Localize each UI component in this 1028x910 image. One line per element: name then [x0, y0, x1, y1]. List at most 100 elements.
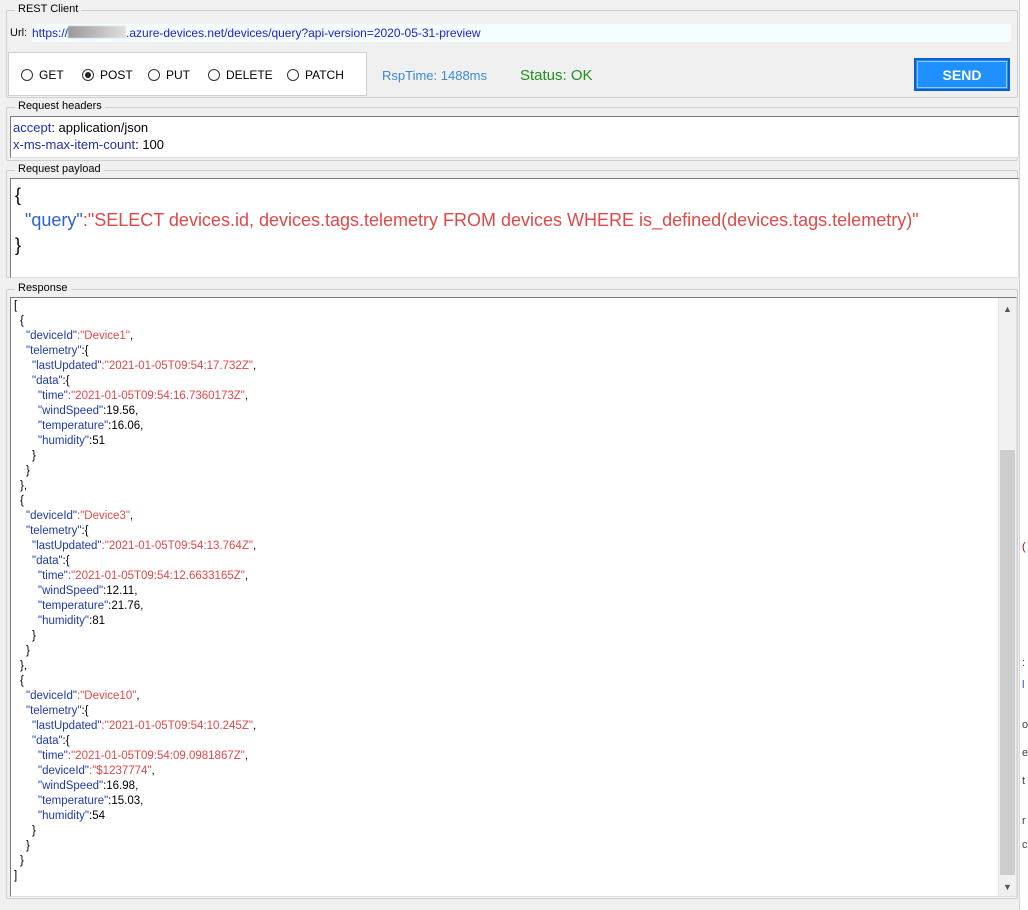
method-label: POST [100, 68, 133, 82]
background-glyph: ( [1022, 541, 1026, 553]
background-glyph: c [1022, 839, 1028, 851]
json-bracket: }, [20, 480, 28, 492]
response-line: } [14, 464, 1016, 479]
json-key: "deviceId" [38, 765, 89, 777]
response-line: "data":{ [14, 734, 1016, 749]
url-label: Url: [10, 27, 28, 39]
method-label: PATCH [305, 68, 344, 82]
method-radio-patch[interactable]: PATCH [287, 67, 344, 83]
request-payload-title: Request payload [15, 163, 104, 175]
json-key: "data" [32, 555, 63, 567]
background-glyph: t [1022, 775, 1026, 787]
json-key: "deviceId" [26, 330, 77, 342]
radio-button-icon [208, 69, 220, 81]
json-string-value: :"2021-01-05T09:54:10.245Z" [101, 720, 253, 732]
response-line: } [14, 449, 1016, 464]
json-bracket: } [32, 450, 36, 462]
response-line: "temperature":15.03, [14, 794, 1016, 809]
response-json: [{"deviceId":"Device1", "telemetry":{"las… [11, 298, 1016, 884]
background-glyph: o [1022, 719, 1028, 731]
json-punctuation: , [136, 690, 140, 702]
response-line: [ [14, 299, 1016, 314]
json-bracket: { [20, 675, 24, 687]
response-time: RspTime: 1488ms [382, 68, 487, 83]
json-key: "time" [38, 390, 68, 402]
json-punctuation: , [244, 750, 249, 762]
json-punctuation: :{ [81, 345, 89, 357]
json-key: "time" [38, 570, 68, 582]
json-punctuation: :{ [62, 555, 70, 567]
json-punctuation: , [252, 540, 257, 552]
radio-button-icon [21, 69, 33, 81]
response-line: "lastUpdated":"2021-01-05T09:54:17.732Z"… [14, 359, 1016, 374]
method-radio-put[interactable]: PUT [148, 67, 190, 83]
scroll-thumb[interactable] [1000, 450, 1015, 875]
json-punctuation: , [129, 510, 134, 522]
response-line: "temperature":16.06, [14, 419, 1016, 434]
method-radio-delete[interactable]: DELETE [208, 67, 273, 83]
response-viewer[interactable]: [{"deviceId":"Device1", "telemetry":{"las… [10, 297, 1017, 897]
response-line: "telemetry":{ [14, 344, 1016, 359]
json-key: "windSpeed" [38, 780, 104, 792]
method-radio-get[interactable]: GET [21, 67, 64, 83]
json-string-value: :"$1237774" [89, 765, 152, 777]
json-punctuation: , [135, 780, 139, 792]
json-punctuation: :{ [81, 525, 89, 537]
json-punctuation: , [129, 330, 134, 342]
json-key: "lastUpdated" [32, 360, 102, 372]
json-bracket: } [20, 855, 24, 867]
json-string-value: :"2021-01-05T09:54:12.6633165Z" [67, 570, 245, 582]
response-line: "deviceId":"Device3", [14, 509, 1016, 524]
response-line: "lastUpdated":"2021-01-05T09:54:13.764Z"… [14, 539, 1016, 554]
scroll-down-arrow-icon[interactable]: ▼ [999, 878, 1016, 895]
response-line: "lastUpdated":"2021-01-05T09:54:10.245Z"… [14, 719, 1016, 734]
json-key: "windSpeed" [38, 585, 104, 597]
request-payload-editor[interactable]: { "query":"SELECT devices.id, devices.ta… [10, 178, 1019, 278]
json-number-value: :16.06 [108, 420, 141, 432]
json-number-value: :81 [89, 615, 105, 627]
json-key: "telemetry" [26, 345, 82, 357]
response-line: "humidity":51 [14, 434, 1016, 449]
method-label: DELETE [226, 68, 273, 82]
status-text: Status: OK [520, 67, 593, 84]
response-line: { [14, 674, 1016, 689]
response-line: "deviceId":"Device1", [14, 329, 1016, 344]
json-bracket: } [26, 465, 30, 477]
response-title: Response [15, 282, 71, 294]
response-line: "windSpeed":12.11, [14, 584, 1016, 599]
json-number-value: :15.03 [108, 795, 141, 807]
response-line: "time":"2021-01-05T09:54:09.0981867Z", [14, 749, 1016, 764]
json-string-value: :"2021-01-05T09:54:09.0981867Z" [67, 750, 245, 762]
response-line: } [14, 644, 1016, 659]
request-headers-editor[interactable]: accept: application/json x-ms-max-item-c… [10, 116, 1019, 158]
response-line: }, [14, 479, 1016, 494]
response-scrollbar[interactable]: ▲ ▼ [998, 298, 1016, 896]
response-line: "deviceId":"$1237774", [14, 764, 1016, 779]
response-line: "humidity":81 [14, 614, 1016, 629]
json-string-value: :"Device3" [77, 510, 130, 522]
json-key: "data" [32, 735, 63, 747]
payload-key: "query" [25, 210, 83, 230]
payload-close-brace: } [15, 235, 22, 255]
response-line: "time":"2021-01-05T09:54:16.7360173Z", [14, 389, 1016, 404]
json-key: "temperature" [38, 420, 109, 432]
response-line: "windSpeed":19.56, [14, 404, 1016, 419]
background-glyph: l [1022, 679, 1025, 691]
json-bracket: { [20, 495, 24, 507]
method-radio-post[interactable]: POST [82, 67, 133, 83]
response-line: "deviceId":"Device10", [14, 689, 1016, 704]
redacted-hostname [68, 26, 127, 38]
background-glyph: : [1022, 657, 1026, 669]
json-number-value: :51 [89, 435, 105, 447]
json-string-value: :"Device10" [77, 690, 137, 702]
url-field[interactable]: https:// .azure-devices.net/devices/query… [32, 24, 1011, 42]
json-bracket: } [32, 630, 36, 642]
send-button[interactable]: SEND [914, 58, 1010, 91]
method-label: GET [39, 68, 64, 82]
json-number-value: :16.98 [103, 780, 136, 792]
scroll-up-arrow-icon[interactable]: ▲ [999, 300, 1016, 317]
header-value: application/json [54, 120, 149, 135]
json-string-value: :"Device1" [77, 330, 130, 342]
json-punctuation: , [252, 720, 257, 732]
request-headers-title: Request headers [15, 100, 105, 112]
